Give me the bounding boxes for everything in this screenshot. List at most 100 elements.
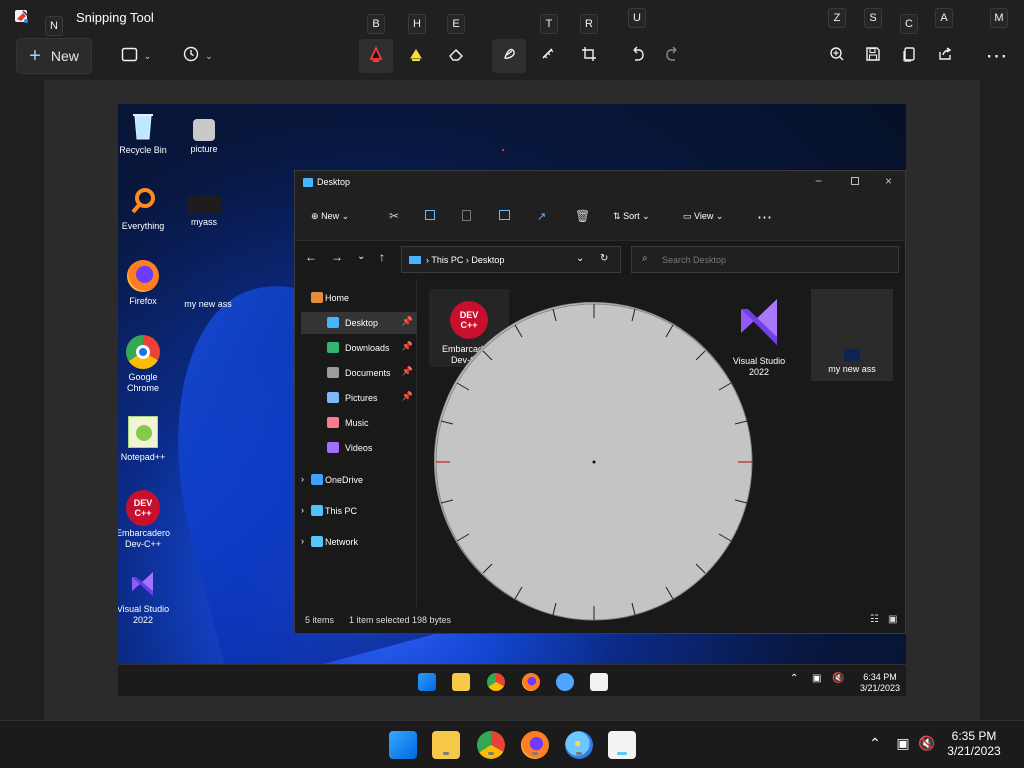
desktop-icon-recycle-bin[interactable]: Recycle Bin	[118, 108, 175, 156]
nav-item-desktop[interactable]: Desktop 📌	[301, 312, 417, 334]
taskbar-snipping-tool[interactable]	[608, 731, 636, 759]
crop-button[interactable]	[572, 39, 606, 73]
maximize-icon[interactable]	[851, 177, 859, 185]
copy-button[interactable]	[892, 39, 926, 73]
explorer-new-button[interactable]: ⊕ New ⌄	[311, 211, 349, 222]
share-button[interactable]	[928, 39, 962, 73]
desktop-icon-everything[interactable]: Everything	[118, 184, 175, 232]
nav-item-network[interactable]: › Network	[301, 531, 417, 553]
ballpoint-pen-button[interactable]	[359, 39, 393, 73]
address-dropdown-icon[interactable]: ⌄	[576, 253, 584, 264]
snip-mode-button[interactable]: ⌄	[119, 39, 153, 73]
cut-icon[interactable]: ✂	[389, 209, 399, 223]
zoom-button[interactable]	[820, 39, 854, 73]
snipping-tool-icon[interactable]	[590, 673, 608, 691]
touch-writing-icon	[500, 45, 518, 67]
redo-button[interactable]	[656, 39, 690, 73]
tiles-view-icon[interactable]: ▣	[888, 614, 897, 625]
details-view-icon[interactable]: ☷	[870, 614, 879, 625]
chrome-icon[interactable]	[487, 673, 505, 691]
taskbar-file-explorer[interactable]	[432, 731, 460, 759]
firefox-icon[interactable]	[522, 673, 540, 691]
desktop-icon-devcpp[interactable]: DEV C++ Embarcadero Dev-C++	[118, 490, 175, 550]
desktop-icon-firefox[interactable]: Firefox	[118, 259, 175, 307]
windows-start-icon[interactable]	[418, 673, 436, 691]
taskbar-paint[interactable]	[565, 731, 593, 759]
file-item-my-new-ass[interactable]: my new ass	[811, 289, 893, 381]
delete-icon[interactable]: 🗑	[575, 209, 590, 223]
captured-clock[interactable]: 6:34 PM 3/21/2023	[860, 672, 900, 694]
taskbar-firefox[interactable]	[521, 731, 549, 759]
new-snip-button[interactable]: + New	[16, 38, 92, 74]
view-button[interactable]: ▭ View ⌄	[683, 211, 723, 222]
paint-icon[interactable]	[556, 673, 574, 691]
forward-icon[interactable]: →	[331, 250, 343, 264]
system-tray-chevron-icon[interactable]: ⌃	[866, 734, 884, 752]
start-button[interactable]	[389, 731, 417, 759]
address-toolbar: ← → ⌄ ↑ › This PC › Desktop ⌄ ↻ ⌕ Search…	[295, 241, 905, 279]
music-icon	[327, 417, 339, 428]
tray-chevron-icon[interactable]: ⌃	[790, 673, 798, 684]
eraser-icon	[447, 45, 465, 67]
close-icon[interactable]: ×	[885, 174, 892, 188]
nav-item-home[interactable]: Home	[301, 287, 417, 309]
copy-icon[interactable]	[425, 210, 435, 220]
active-window-indicator	[617, 752, 627, 755]
paste-icon[interactable]	[462, 210, 471, 221]
ruler-button[interactable]	[531, 39, 565, 73]
minimize-icon[interactable]: −	[815, 174, 822, 188]
network-icon[interactable]: ▣	[894, 734, 912, 752]
explorer-window-title: Desktop	[317, 177, 351, 187]
search-box[interactable]: ⌕ Search Desktop	[631, 246, 899, 273]
nav-item-downloads[interactable]: Downloads 📌	[301, 337, 417, 359]
desktop-icon-visual-studio[interactable]: Visual Studio 2022	[118, 567, 175, 626]
sort-button[interactable]: ⇅ Sort ⌄	[613, 211, 650, 222]
nav-label-network: Network	[325, 537, 359, 547]
nav-item-onedrive[interactable]: › OneDrive	[301, 469, 417, 491]
desktop-icon-google-chrome[interactable]: Google Chrome	[118, 335, 175, 394]
address-bar[interactable]: › This PC › Desktop ⌄ ↻	[401, 246, 621, 273]
keytip-pen: B	[367, 14, 385, 34]
pen-icon	[367, 45, 385, 67]
desktop-label-notepad: Notepad++	[120, 452, 166, 462]
running-indicator	[576, 752, 582, 755]
desktop-label-recycle-bin: Recycle Bin	[119, 145, 167, 155]
nav-item-videos[interactable]: Videos	[301, 437, 417, 459]
chevron-down-icon: ⌄	[205, 50, 213, 61]
breadcrumb-this-pc: This PC	[431, 255, 464, 265]
recent-locations-icon[interactable]: ⌄	[357, 251, 365, 262]
taskbar-chrome[interactable]	[477, 731, 505, 759]
volume-muted-icon[interactable]: 🔇	[918, 734, 936, 752]
captured-screenshot: Recycle Bin picture Everything myass Fir…	[118, 104, 906, 696]
window-title: Snipping Tool	[76, 10, 154, 25]
nav-item-documents[interactable]: Documents 📌	[301, 362, 417, 384]
desktop-icon-notepad[interactable]: Notepad++	[118, 415, 175, 463]
share-icon[interactable]: ↗	[537, 210, 546, 223]
nav-item-music[interactable]: Music	[301, 412, 417, 434]
desktop-icon-picture[interactable]: picture	[172, 119, 236, 155]
desktop-icon-my-new-ass[interactable]: my new ass	[172, 272, 244, 310]
delay-button[interactable]: ⌄	[181, 39, 215, 73]
eraser-button[interactable]	[439, 39, 473, 73]
more-options-button[interactable]: ⋯	[980, 39, 1014, 73]
touch-writing-button[interactable]	[492, 39, 526, 73]
back-icon[interactable]: ←	[305, 250, 317, 264]
highlighter-button[interactable]	[399, 39, 433, 73]
pin-icon: 📌	[401, 366, 413, 376]
nav-item-pictures[interactable]: Pictures 📌	[301, 387, 417, 409]
snipping-tool-window: Snipping Tool N B H E T R U Z S C A M + …	[0, 0, 1024, 768]
save-button[interactable]	[856, 39, 890, 73]
chrome-icon	[126, 335, 160, 369]
file-explorer-icon[interactable]	[452, 673, 470, 691]
up-icon[interactable]: ↑	[379, 250, 385, 264]
volume-muted-icon[interactable]: 🔇	[832, 673, 844, 684]
rename-icon[interactable]	[499, 210, 510, 220]
system-clock[interactable]: 6:35 PM 3/21/2023	[944, 729, 1004, 759]
network-tray-icon[interactable]: ▣	[812, 673, 821, 684]
running-indicator	[443, 752, 449, 755]
explorer-more-icon[interactable]: ⋯	[757, 208, 772, 226]
undo-button[interactable]	[620, 39, 654, 73]
nav-item-this-pc[interactable]: › This PC	[301, 500, 417, 522]
desktop-icon-myass[interactable]: myass	[172, 196, 236, 228]
refresh-icon[interactable]: ↻	[600, 253, 608, 264]
